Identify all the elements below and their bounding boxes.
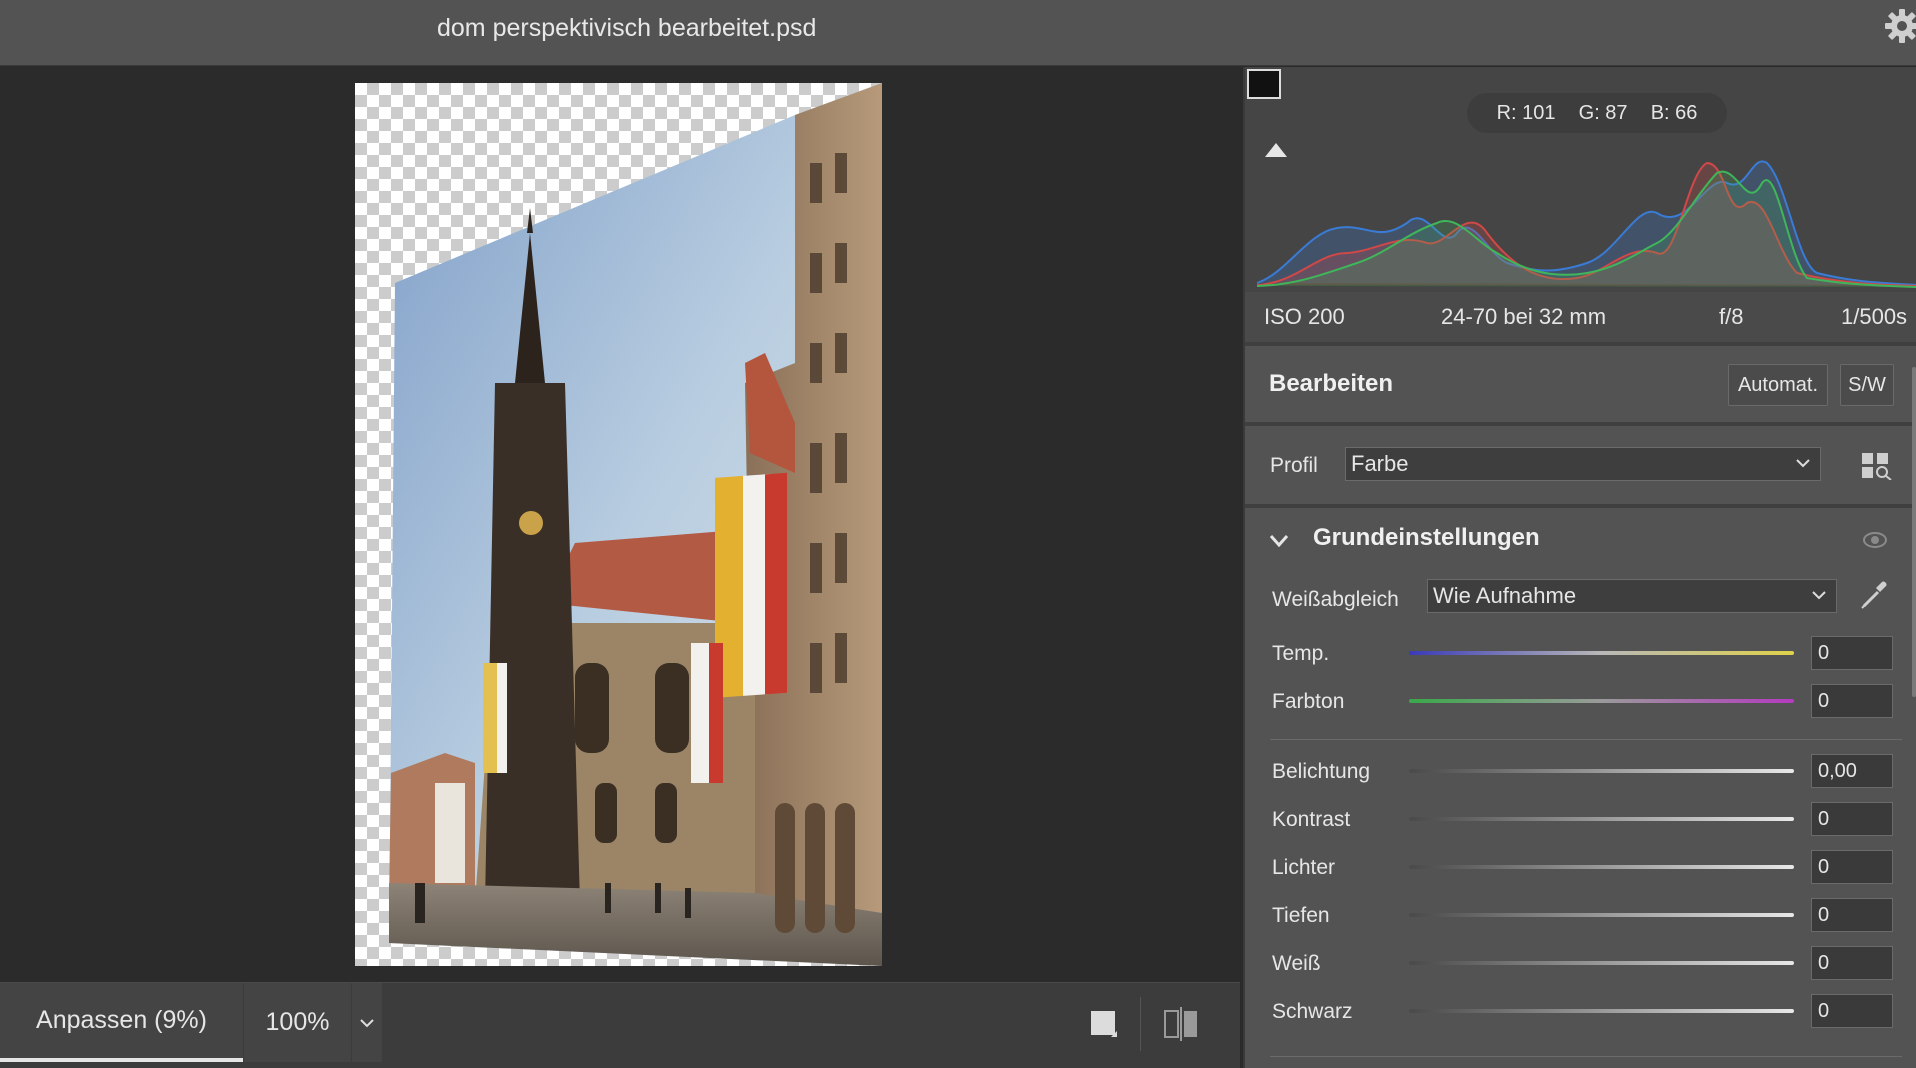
divider — [1245, 342, 1916, 346]
slider-label: Belichtung — [1272, 760, 1371, 783]
iso-value: ISO 200 — [1264, 304, 1345, 329]
slider-label: Lichter — [1272, 856, 1336, 879]
edit-header: Bearbeiten Automat. S/W — [1245, 348, 1916, 422]
histogram: R: 101 G: 87 B: 66 — [1245, 67, 1916, 292]
red-value: R: 101 — [1496, 101, 1556, 124]
zoom-dropdown[interactable] — [352, 983, 382, 1062]
slider-value[interactable]: 0,00 — [1811, 754, 1893, 788]
divider — [1270, 739, 1902, 740]
view-toolbar: Anpassen (9%) 100% — [0, 982, 1240, 1068]
slider-label: Kontrast — [1272, 808, 1351, 831]
bw-button[interactable]: S/W — [1840, 364, 1894, 406]
fit-zoom-button[interactable]: Anpassen (9%) — [0, 983, 243, 1062]
profile-section: Profil Farbe — [1245, 426, 1916, 504]
slider-value[interactable]: 0 — [1811, 994, 1893, 1028]
eyedropper-icon[interactable] — [1858, 578, 1892, 612]
compare-view-icon[interactable] — [1163, 1007, 1199, 1041]
white-balance-dropdown[interactable]: Wie Aufnahme — [1427, 579, 1837, 613]
shutter-value: 1/500s — [1841, 304, 1908, 329]
green-value: G: 87 — [1578, 101, 1628, 124]
basic-section: Grundeinstellungen Weißabgleich Wie Aufn… — [1245, 508, 1916, 1068]
slider-value[interactable]: 0 — [1811, 802, 1893, 836]
exposure-slider[interactable] — [1409, 769, 1794, 773]
panel-scrollbar[interactable] — [1912, 367, 1916, 697]
blacks-slider[interactable] — [1409, 1009, 1794, 1013]
slider-label: Weiß — [1272, 952, 1321, 975]
slider-label: Temp. — [1272, 642, 1330, 665]
single-view-icon[interactable] — [1089, 1009, 1119, 1039]
slider-value[interactable]: 0 — [1811, 898, 1893, 932]
profile-browser-icon[interactable] — [1861, 452, 1893, 480]
toolbar-divider — [1140, 997, 1141, 1051]
profile-dropdown[interactable]: Farbe — [1345, 447, 1821, 481]
chevron-down-icon — [1796, 459, 1810, 468]
slider-label: Farbton — [1272, 690, 1345, 713]
slider-value[interactable]: 0 — [1811, 946, 1893, 980]
chevron-down-icon[interactable] — [1269, 534, 1289, 548]
rgb-readout: R: 101 G: 87 B: 66 — [1467, 93, 1727, 133]
chevron-down-icon — [360, 1018, 374, 1027]
slider-value[interactable]: 0 — [1811, 850, 1893, 884]
chevron-down-icon — [1812, 591, 1826, 600]
slider-label: Schwarz — [1272, 1000, 1353, 1023]
document-image — [355, 83, 882, 966]
slider-value[interactable]: 0 — [1811, 684, 1893, 718]
shadow-clipping-toggle[interactable] — [1247, 69, 1287, 157]
document-title: dom perspektivisch bearbeitet.psd — [437, 14, 817, 42]
gear-icon[interactable] — [1882, 6, 1916, 46]
blue-value: B: 66 — [1650, 101, 1698, 124]
shadows-slider[interactable] — [1409, 913, 1794, 917]
whites-slider[interactable] — [1409, 961, 1794, 965]
highlights-slider[interactable] — [1409, 865, 1794, 869]
aperture-value: f/8 — [1719, 304, 1744, 329]
title-bar: dom perspektivisch bearbeitet.psd — [0, 0, 1916, 66]
white-balance-label: Weißabgleich — [1272, 588, 1399, 611]
basic-title: Grundeinstellungen — [1313, 524, 1540, 551]
image-canvas[interactable] — [0, 67, 1240, 982]
white-balance-value: Wie Aufnahme — [1433, 583, 1577, 608]
profile-value: Farbe — [1351, 451, 1409, 476]
contrast-slider[interactable] — [1409, 817, 1794, 821]
tint-slider[interactable] — [1409, 699, 1794, 703]
profile-label: Profil — [1270, 454, 1318, 477]
auto-button[interactable]: Automat. — [1728, 364, 1828, 406]
slider-value[interactable]: 0 — [1811, 636, 1893, 670]
zoom-100-button[interactable]: 100% — [244, 983, 351, 1062]
lens-value: 24-70 bei 32 mm — [1441, 304, 1607, 329]
edit-panel: R: 101 G: 87 B: 66 ISO 200 24-70 bei 32 … — [1243, 67, 1916, 1068]
slider-label: Tiefen — [1272, 904, 1330, 927]
divider — [1270, 1056, 1902, 1057]
temp-slider[interactable] — [1409, 651, 1794, 655]
photo-preview — [389, 83, 882, 966]
histogram-graph — [1257, 160, 1916, 288]
eye-icon[interactable] — [1862, 530, 1888, 550]
edit-title: Bearbeiten — [1269, 370, 1394, 397]
exif-info: ISO 200 24-70 bei 32 mm f/8 1/500s — [1245, 292, 1916, 342]
